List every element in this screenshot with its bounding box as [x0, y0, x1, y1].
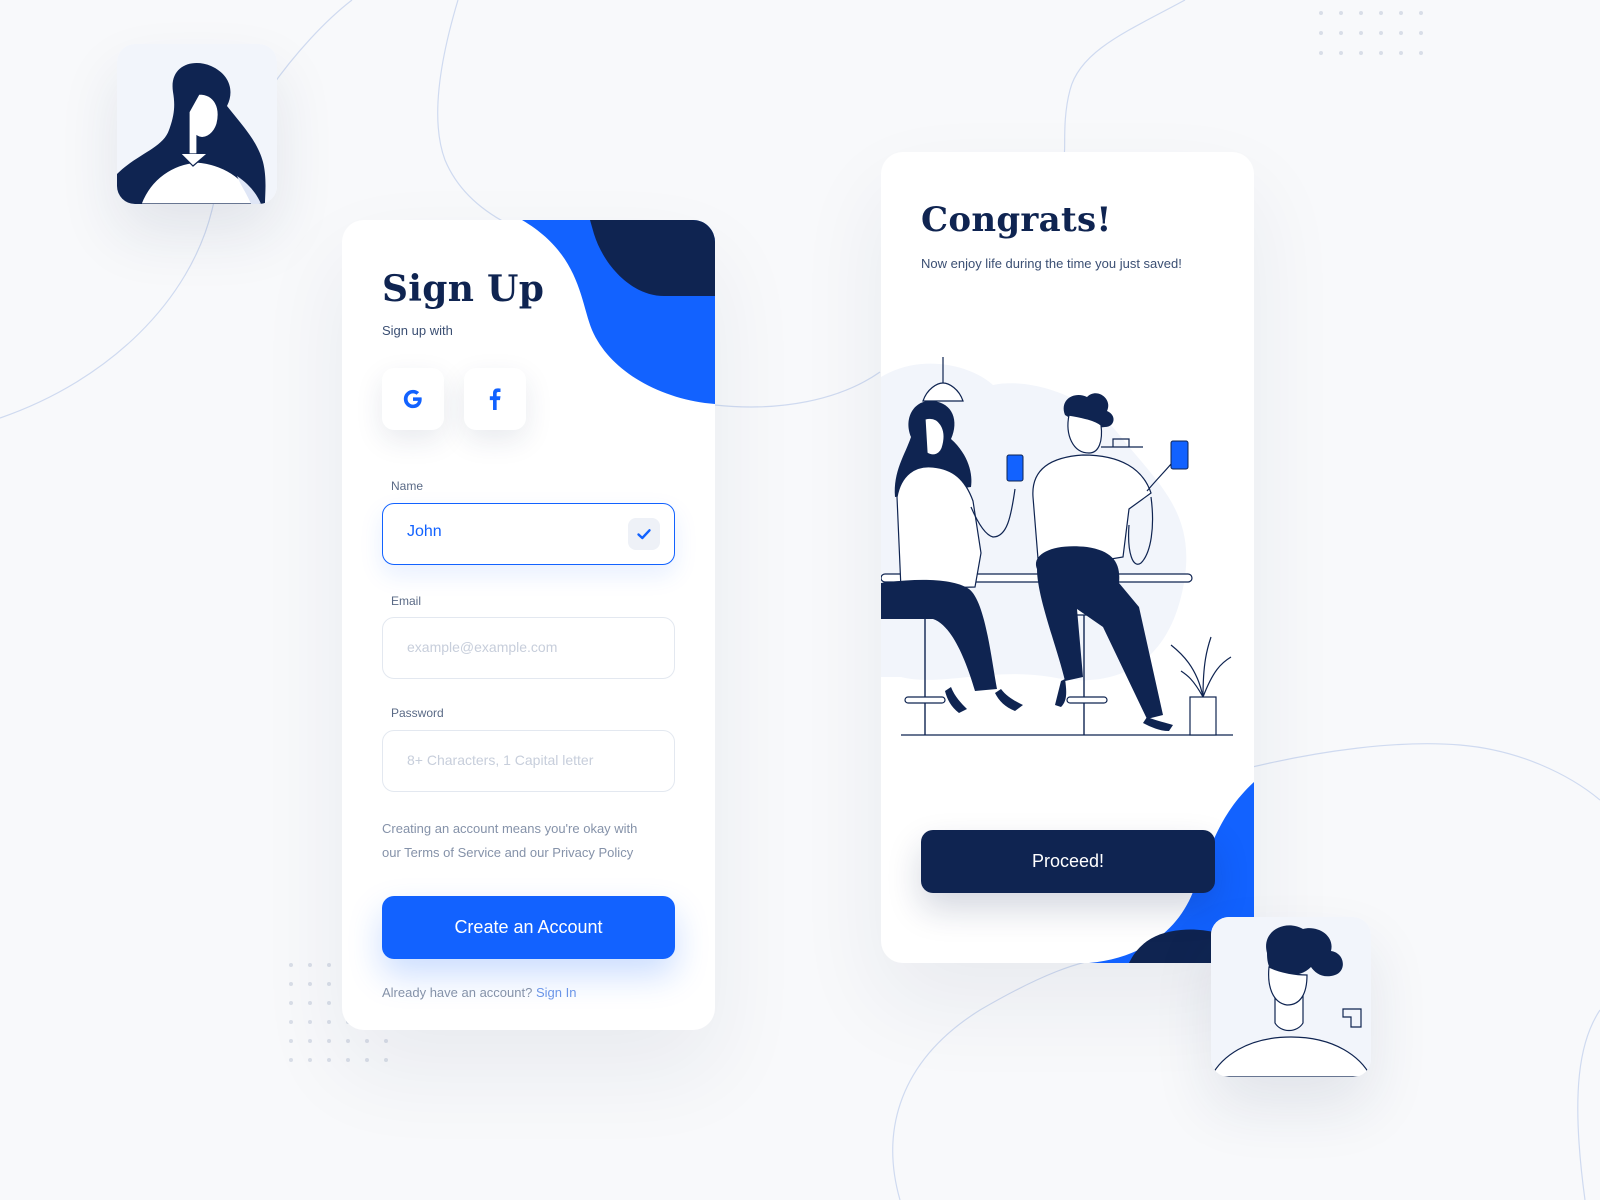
terms-text: Creating an account means you're okay wi… — [382, 817, 682, 865]
name-label: Name — [391, 479, 424, 493]
password-field[interactable]: 8+ Characters, 1 Capital letter — [382, 730, 675, 792]
signin-row: Already have an account? Sign In — [382, 985, 576, 1000]
email-field[interactable]: example@example.com — [382, 617, 675, 679]
google-icon — [403, 389, 422, 409]
check-icon — [637, 529, 651, 540]
avatar-woman-card — [117, 44, 277, 204]
name-field[interactable]: John — [382, 503, 675, 565]
signup-subtitle: Sign up with — [382, 323, 453, 338]
password-placeholder: 8+ Characters, 1 Capital letter — [407, 752, 594, 768]
signup-title: Sign Up — [382, 268, 545, 310]
congrats-subtitle: Now enjoy life during the time you just … — [921, 256, 1182, 271]
signin-link[interactable]: Sign In — [536, 985, 576, 1000]
dot-grid-top-right — [1319, 11, 1423, 55]
celebration-illustration — [881, 357, 1233, 736]
password-label: Password — [391, 706, 444, 720]
google-signup-button[interactable] — [382, 368, 444, 430]
name-value: John — [407, 523, 442, 540]
facebook-icon — [489, 388, 501, 410]
congrats-title: Congrats! — [921, 200, 1112, 240]
woman-avatar-illustration — [117, 44, 277, 204]
email-label: Email — [391, 594, 422, 608]
have-account-text: Already have an account? — [382, 985, 533, 1000]
create-account-button[interactable]: Create an Account — [382, 896, 675, 959]
facebook-signup-button[interactable] — [464, 368, 526, 430]
terms-line-2[interactable]: our Terms of Service and our Privacy Pol… — [382, 845, 633, 860]
email-placeholder: example@example.com — [407, 639, 558, 655]
man-avatar-illustration — [1211, 917, 1371, 1077]
avatar-man-card — [1211, 917, 1371, 1077]
proceed-button[interactable]: Proceed! — [921, 830, 1215, 893]
terms-line-1: Creating an account means you're okay wi… — [382, 821, 638, 836]
name-valid-check — [628, 518, 660, 550]
